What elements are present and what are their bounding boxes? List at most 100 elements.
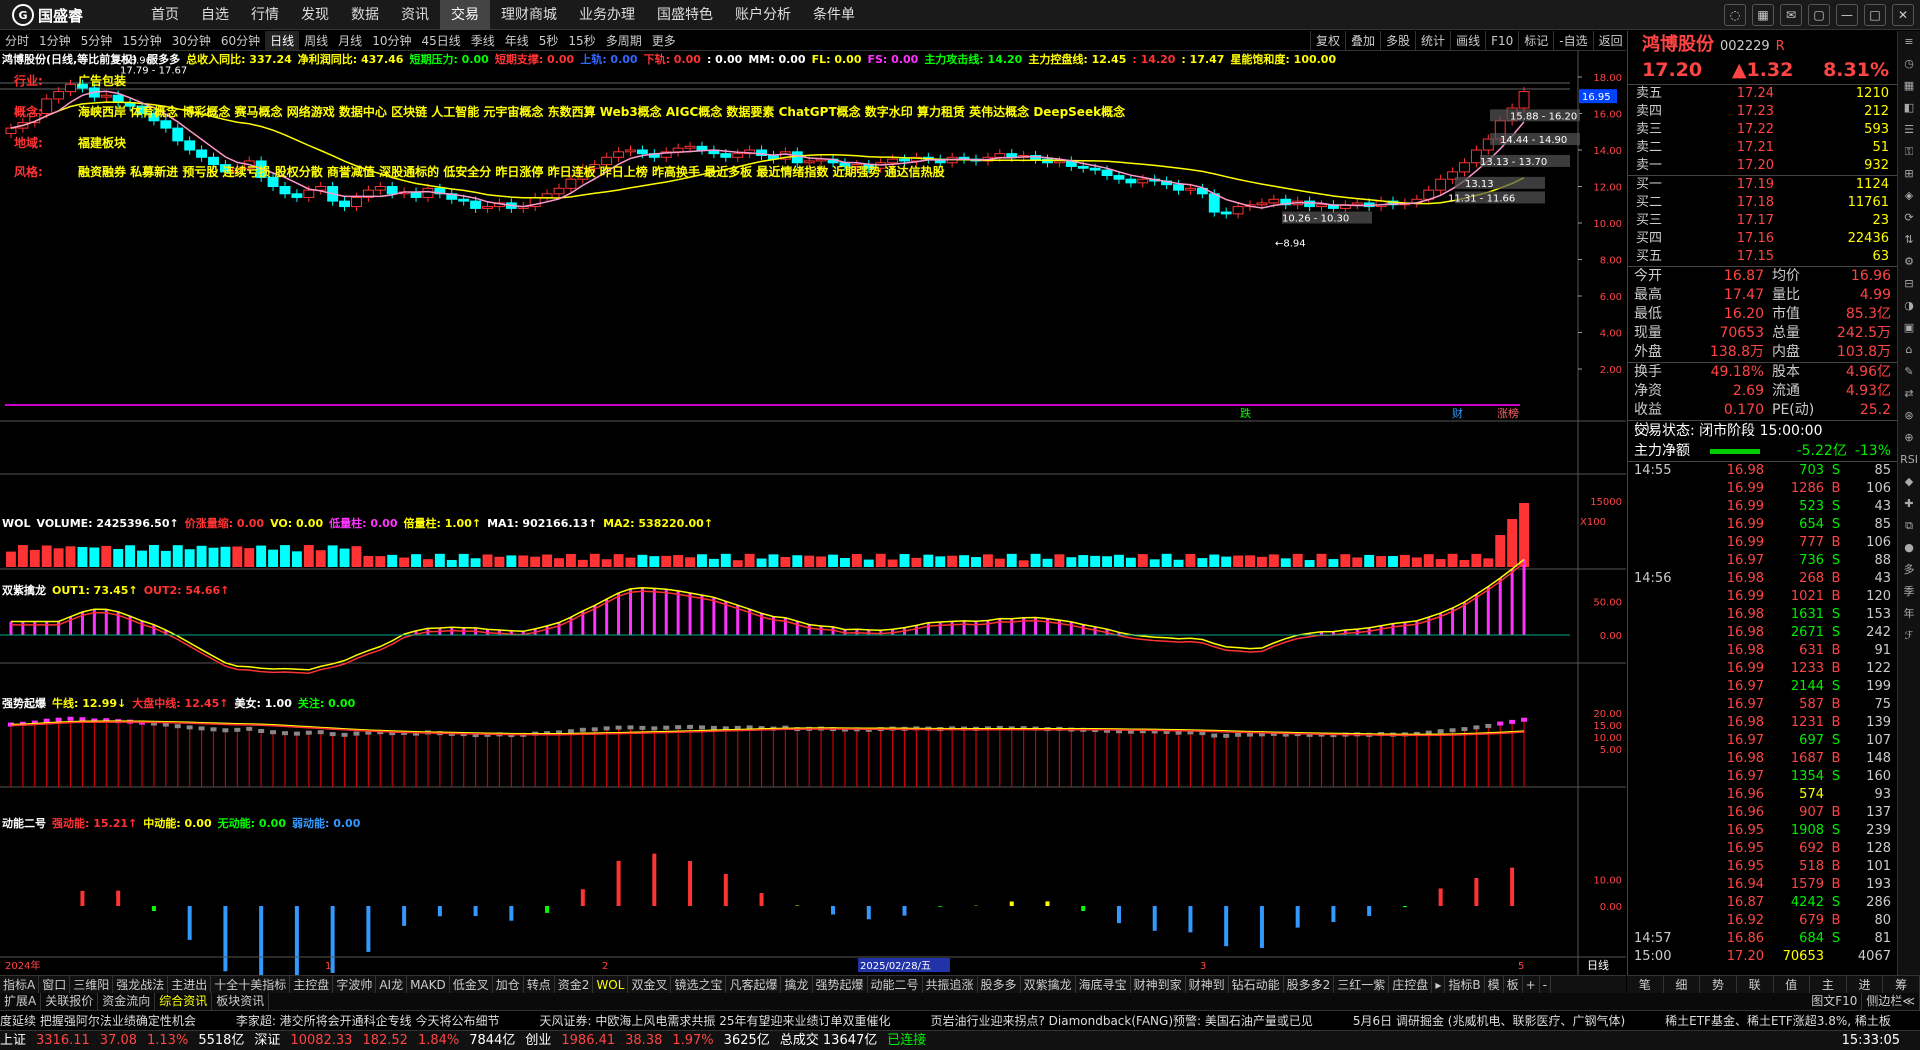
tick-row[interactable]: 16.99 777 B 106 [1628,534,1897,552]
news-item[interactable]: 稀土ETF基金、稀土ETF涨超3.8%, 稀土板 [1665,1014,1891,1028]
indicator-tab[interactable]: 财神到 [1186,976,1229,993]
period-tab[interactable]: 5分钟 [76,31,118,50]
tick-row[interactable]: 16.99 1286 B 106 [1628,480,1897,498]
tick-row[interactable]: 16.98 2671 S 242 [1628,624,1897,642]
indicator-tab[interactable]: 转点 [524,976,555,993]
tick-row[interactable]: 14:56 16.98 268 B 43 [1628,570,1897,588]
indicator-tab[interactable]: 强势起爆 [813,976,868,993]
side-tool-icon[interactable]: ▣ [1898,317,1920,339]
side-tool-icon[interactable]: ⊕ [1898,427,1920,449]
chart-tool-button[interactable]: 画线 [1450,31,1485,51]
chat-icon[interactable]: ◌ [1724,4,1746,26]
indicator-tab[interactable]: 擒龙 [781,976,813,993]
tick-row[interactable]: 16.99 1021 B 120 [1628,588,1897,606]
panel-toggle[interactable]: 图文F10 [1807,993,1863,1010]
indicator-tab[interactable]: + [1523,976,1540,993]
tick-row[interactable]: 16.99 1233 B 122 [1628,660,1897,678]
tick-row[interactable]: 16.96 907 B 137 [1628,804,1897,822]
indicator-tab[interactable]: 指标A [0,976,40,993]
tick-row[interactable]: 16.99 654 S 85 [1628,516,1897,534]
sub-tab[interactable]: 综合资讯 [155,993,213,1010]
side-tool-icon[interactable]: ⊟ [1898,273,1920,295]
menu-item[interactable]: 首页 [140,0,190,30]
indicator-tab[interactable]: 三维阳 [70,976,114,993]
indicator-tab[interactable]: 钻石动能 [1229,976,1284,993]
period-tab[interactable]: 年线 [500,31,534,50]
indicator-tab[interactable]: 主进出 [168,976,212,993]
indicator-tab[interactable]: 股多多2 [1284,976,1335,993]
tick-row[interactable]: 16.97 736 S 88 [1628,552,1897,570]
panel-toggle[interactable]: 侧边栏≪ [1862,993,1920,1010]
period-tab[interactable]: 5秒 [534,31,564,50]
period-tab[interactable]: 60分钟 [216,31,265,50]
indicator-tab[interactable]: 共振追涨 [923,976,978,993]
sub-tab[interactable]: 资金流向 [98,993,156,1010]
news-item[interactable]: 5月6日 调研掘金 (兆威机电、联影医疗、广钢气体) [1353,1014,1625,1028]
indicator-tab[interactable]: 十全十美指标 [211,976,291,993]
chart-svg[interactable]: 18.0016.0014.0012.0010.008.006.004.002.0… [0,51,1626,982]
indicator-tab[interactable]: AI龙 [376,976,408,993]
side-tool-icon[interactable]: ◧ [1898,97,1920,119]
indicator-tab[interactable]: 镜选之宝 [671,976,727,993]
quote-tab[interactable]: 细 [1664,976,1701,993]
tick-row[interactable]: 16.87 4242 S 286 [1628,894,1897,912]
period-tab[interactable]: 日线 [265,31,300,50]
tick-row[interactable]: 16.98 1231 B 139 [1628,714,1897,732]
news-item[interactable]: 天风证券: 中欧海上风电需求共振 25年有望迎来业绩订单双重催化 [540,1014,891,1028]
side-tool-icon[interactable]: ▦ [1898,75,1920,97]
side-tool-icon[interactable]: ☰ [1898,119,1920,141]
orderbook-row[interactable]: 卖四 17.23 212 [1628,103,1897,121]
chart-tool-button[interactable]: 标记 [1518,31,1553,51]
side-tool-icon[interactable]: ⌂ [1898,339,1920,361]
indicator-tab[interactable]: 主控盘 [290,976,334,993]
chart-area[interactable]: 18.00 16.00 14.00 12.00 10.00 8.00 6.00 4.00 2.0… [0,51,1626,982]
period-tab[interactable]: 15分钟 [117,31,166,50]
tick-row[interactable]: 14:57 16.86 684 S 81 [1628,930,1897,948]
menu-item[interactable]: 发现 [290,0,340,30]
side-tool-icon[interactable]: ≡ [1898,31,1920,53]
close-icon[interactable]: ✕ [1892,4,1914,26]
side-tool-icon[interactable]: ● [1898,537,1920,559]
tick-row[interactable]: 16.95 1908 S 239 [1628,822,1897,840]
period-tab[interactable]: 15秒 [563,31,600,50]
chart-tool-button[interactable]: -自选 [1553,31,1592,51]
tick-row[interactable]: 16.92 679 B 80 [1628,912,1897,930]
quote-tab[interactable]: 主 [1810,976,1847,993]
mail-icon[interactable]: ✉ [1780,4,1802,26]
period-tab[interactable]: 1分钟 [34,31,76,50]
orderbook-row[interactable]: 买一 17.19 1124 [1628,176,1897,194]
period-tab[interactable]: 月线 [333,31,367,50]
side-tool-icon[interactable]: ✚ [1898,493,1920,515]
tick-row[interactable]: 16.97 697 S 107 [1628,732,1897,750]
menu-item[interactable]: 自选 [190,0,240,30]
side-tool-icon[interactable]: ⚙ [1898,251,1920,273]
side-tool-icon[interactable]: ⚿ [1898,141,1920,163]
indicator-tab[interactable]: 凡客起爆 [726,976,782,993]
quote-tab[interactable]: 笔 [1627,976,1664,993]
orderbook-row[interactable]: 卖五 17.24 1210 [1628,85,1897,103]
side-tool-icon[interactable]: 季 [1898,581,1920,603]
orderbook-row[interactable]: 买三 17.17 23 [1628,212,1897,230]
sub-tab[interactable]: 扩展A [0,993,42,1010]
tick-row[interactable]: 16.99 523 S 43 [1628,498,1897,516]
side-tool-icon[interactable]: ⊞ [1898,163,1920,185]
orderbook-row[interactable]: 买二 17.18 11761 [1628,194,1897,212]
theme-icon[interactable]: ▢ [1808,4,1830,26]
indicator-tab[interactable]: 字波帅 [333,976,377,993]
menu-item[interactable]: 资讯 [390,0,440,30]
side-tool-icon[interactable]: ℱ [1898,625,1920,647]
tick-row[interactable]: 16.95 518 B 101 [1628,858,1897,876]
tick-row[interactable]: 16.97 1354 S 160 [1628,768,1897,786]
tick-row[interactable]: 16.98 1687 B 148 [1628,750,1897,768]
quote-tab[interactable]: 筹 [1883,976,1920,993]
news-item[interactable]: 度延续 把握强阿尔法业绩确定性机会 [0,1014,196,1028]
menu-item[interactable]: 数据 [340,0,390,30]
menu-item[interactable]: 账户分析 [724,0,802,30]
indicator-tab[interactable]: 股多多 [978,976,1021,993]
indicator-tab[interactable]: 双紫擒龙 [1021,976,1076,993]
side-tool-icon[interactable]: 多 [1898,559,1920,581]
indicator-tab[interactable]: 强龙战法 [113,976,169,993]
chart-tool-button[interactable]: 统计 [1415,31,1450,51]
indicator-tab[interactable]: - [1540,976,1552,993]
tick-row[interactable]: 16.98 631 B 91 [1628,642,1897,660]
